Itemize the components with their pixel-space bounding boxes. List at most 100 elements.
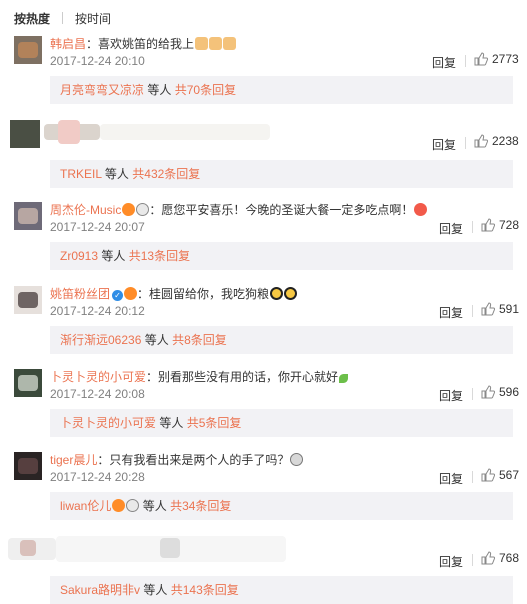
like-button[interactable]: 567 xyxy=(481,468,519,482)
thumbs-up-icon xyxy=(474,52,488,66)
reply-username[interactable]: Zr0913 xyxy=(60,249,98,263)
replies-summary: Sakura路明非v 等人 共143条回复 xyxy=(50,576,513,604)
comment-username[interactable]: 卜灵卜灵的小可爱 xyxy=(50,370,146,384)
comment-timestamp: 2017-12-24 20:28 xyxy=(50,470,145,484)
reply-username[interactable]: TRKEIL xyxy=(60,167,102,181)
reply-mid-text: 等人 xyxy=(142,499,167,513)
reply-count-link[interactable]: 共8条回复 xyxy=(172,333,227,347)
reply-button[interactable]: 回复 xyxy=(432,136,456,153)
blurred-content xyxy=(100,124,270,140)
reply-mid-text: 等人 xyxy=(144,333,169,347)
avatar[interactable] xyxy=(14,36,42,64)
reply-button[interactable]: 回复 xyxy=(439,553,463,570)
blurred-content xyxy=(20,540,36,556)
reply-count-link[interactable]: 共34条回复 xyxy=(170,499,231,513)
replies-summary: 卜灵卜灵的小可爱 等人 共5条回复 xyxy=(50,409,513,437)
comment-timestamp: 2017-12-24 20:12 xyxy=(50,304,145,318)
cool-emoji-icon xyxy=(270,287,284,300)
reply-username[interactable]: Sakura路明非v xyxy=(60,583,140,597)
panda-badge-icon xyxy=(136,203,150,216)
avatar[interactable] xyxy=(10,120,40,148)
tab-sort-hot[interactable]: 按热度 xyxy=(14,10,50,27)
reply-count-link[interactable]: 共13条回复 xyxy=(129,249,190,263)
reply-button[interactable]: 回复 xyxy=(432,54,456,71)
reply-username[interactable]: liwan伦儿 xyxy=(60,499,111,513)
verified-badge-icon: ✓ xyxy=(112,290,124,301)
thumbs-up-icon xyxy=(481,302,495,316)
comment-item: tiger晨儿：只有我看出来是两个人的手了吗？ 2017-12-24 20:28… xyxy=(0,446,527,526)
like-button[interactable]: 2773 xyxy=(474,52,519,66)
like-count: 2238 xyxy=(492,134,519,148)
cool-emoji-icon xyxy=(284,287,298,300)
comment-username[interactable]: 周杰伦-Music xyxy=(50,203,121,217)
comment-item: 周杰伦-Music ：愿您平安喜乐！今晚的圣诞大餐一定多吃点啊！ 2017-12-… xyxy=(0,196,527,276)
reply-button[interactable]: 回复 xyxy=(439,220,463,237)
comment-text: ：别看那些没有用的话，你开心就好 xyxy=(146,370,339,384)
comment-item: 回复 768 Sakura路明非v 等人 共143条回复 xyxy=(0,530,527,604)
thumbs-up-emoji-icon xyxy=(223,37,237,50)
like-count: 596 xyxy=(499,385,520,399)
replies-summary: TRKEIL 等人 共432条回复 xyxy=(50,160,513,188)
thumbs-up-icon xyxy=(474,134,488,148)
like-count: 768 xyxy=(499,551,520,565)
thumbs-up-icon xyxy=(481,551,495,565)
kiss-emoji-icon xyxy=(414,203,428,216)
panda-badge-icon xyxy=(126,499,140,512)
tab-sort-time[interactable]: 按时间 xyxy=(75,10,111,27)
reply-mid-text: 等人 xyxy=(101,249,126,263)
comment-item: 卜灵卜灵的小可爱：别看那些没有用的话，你开心就好 2017-12-24 20:0… xyxy=(0,363,527,443)
reply-username[interactable]: 卜灵卜灵的小可爱 xyxy=(60,416,156,430)
like-count: 567 xyxy=(499,468,520,482)
reply-username[interactable]: 渐行渐远06236 xyxy=(60,333,141,347)
avatar[interactable] xyxy=(14,369,42,397)
blurred-content xyxy=(160,538,180,558)
comment-username[interactable]: 姚笛粉丝团 xyxy=(50,287,110,301)
comment-item: 姚笛粉丝团 ✓ ：桂圆留给你，我吃狗粮 2017-12-24 20:12 回复 59… xyxy=(0,280,527,360)
reply-count-link[interactable]: 共70条回复 xyxy=(175,83,236,97)
reply-username[interactable]: 月亮弯弯又凉凉 xyxy=(60,83,144,97)
star-badge-icon xyxy=(124,287,138,300)
action-divider xyxy=(472,388,473,400)
avatar[interactable] xyxy=(14,286,42,314)
star-badge-icon xyxy=(122,203,136,216)
comment-item: 回复 2238 TRKEIL 等人 共432条回复 xyxy=(0,114,527,194)
sweat-emoji-icon xyxy=(290,453,304,466)
blurred-content xyxy=(58,120,80,144)
reply-button[interactable]: 回复 xyxy=(439,387,463,404)
action-divider xyxy=(472,221,473,233)
like-count: 728 xyxy=(499,218,520,232)
reply-count-link[interactable]: 共143条回复 xyxy=(171,583,239,597)
reply-button[interactable]: 回复 xyxy=(439,304,463,321)
reply-button[interactable]: 回复 xyxy=(439,470,463,487)
replies-summary: Zr0913 等人 共13条回复 xyxy=(50,242,513,270)
comment-username[interactable]: 韩启昌 xyxy=(50,37,86,51)
like-count: 2773 xyxy=(492,52,519,66)
comment-timestamp: 2017-12-24 20:10 xyxy=(50,54,145,68)
avatar[interactable] xyxy=(14,452,42,480)
star-badge-icon xyxy=(112,499,126,512)
like-button[interactable]: 768 xyxy=(481,551,519,565)
like-button[interactable]: 2238 xyxy=(474,134,519,148)
comment-text: ：桂圆留给你，我吃狗粮 xyxy=(137,287,270,301)
comment-text: ：愿您平安喜乐！今晚的圣诞大餐一定多吃点啊！ xyxy=(149,203,414,217)
like-button[interactable]: 728 xyxy=(481,218,519,232)
leaf-emoji-icon xyxy=(339,374,349,383)
action-divider xyxy=(472,305,473,317)
like-button[interactable]: 591 xyxy=(481,302,519,316)
action-divider xyxy=(472,471,473,483)
reply-count-link[interactable]: 共432条回复 xyxy=(132,167,200,181)
comment-timestamp: 2017-12-24 20:07 xyxy=(50,220,145,234)
reply-mid-text: 等人 xyxy=(143,583,168,597)
action-divider xyxy=(465,137,466,149)
comment-username[interactable]: tiger晨儿 xyxy=(50,453,97,467)
reply-mid-text: 等人 xyxy=(159,416,184,430)
like-button[interactable]: 596 xyxy=(481,385,519,399)
replies-summary: liwan伦儿 等人 共34条回复 xyxy=(50,492,513,520)
avatar[interactable] xyxy=(14,202,42,230)
reply-mid-text: 等人 xyxy=(147,83,172,97)
action-divider xyxy=(472,554,473,566)
thumbs-up-icon xyxy=(481,218,495,232)
comment-timestamp: 2017-12-24 20:08 xyxy=(50,387,145,401)
tab-divider xyxy=(62,12,64,24)
reply-count-link[interactable]: 共5条回复 xyxy=(187,416,242,430)
